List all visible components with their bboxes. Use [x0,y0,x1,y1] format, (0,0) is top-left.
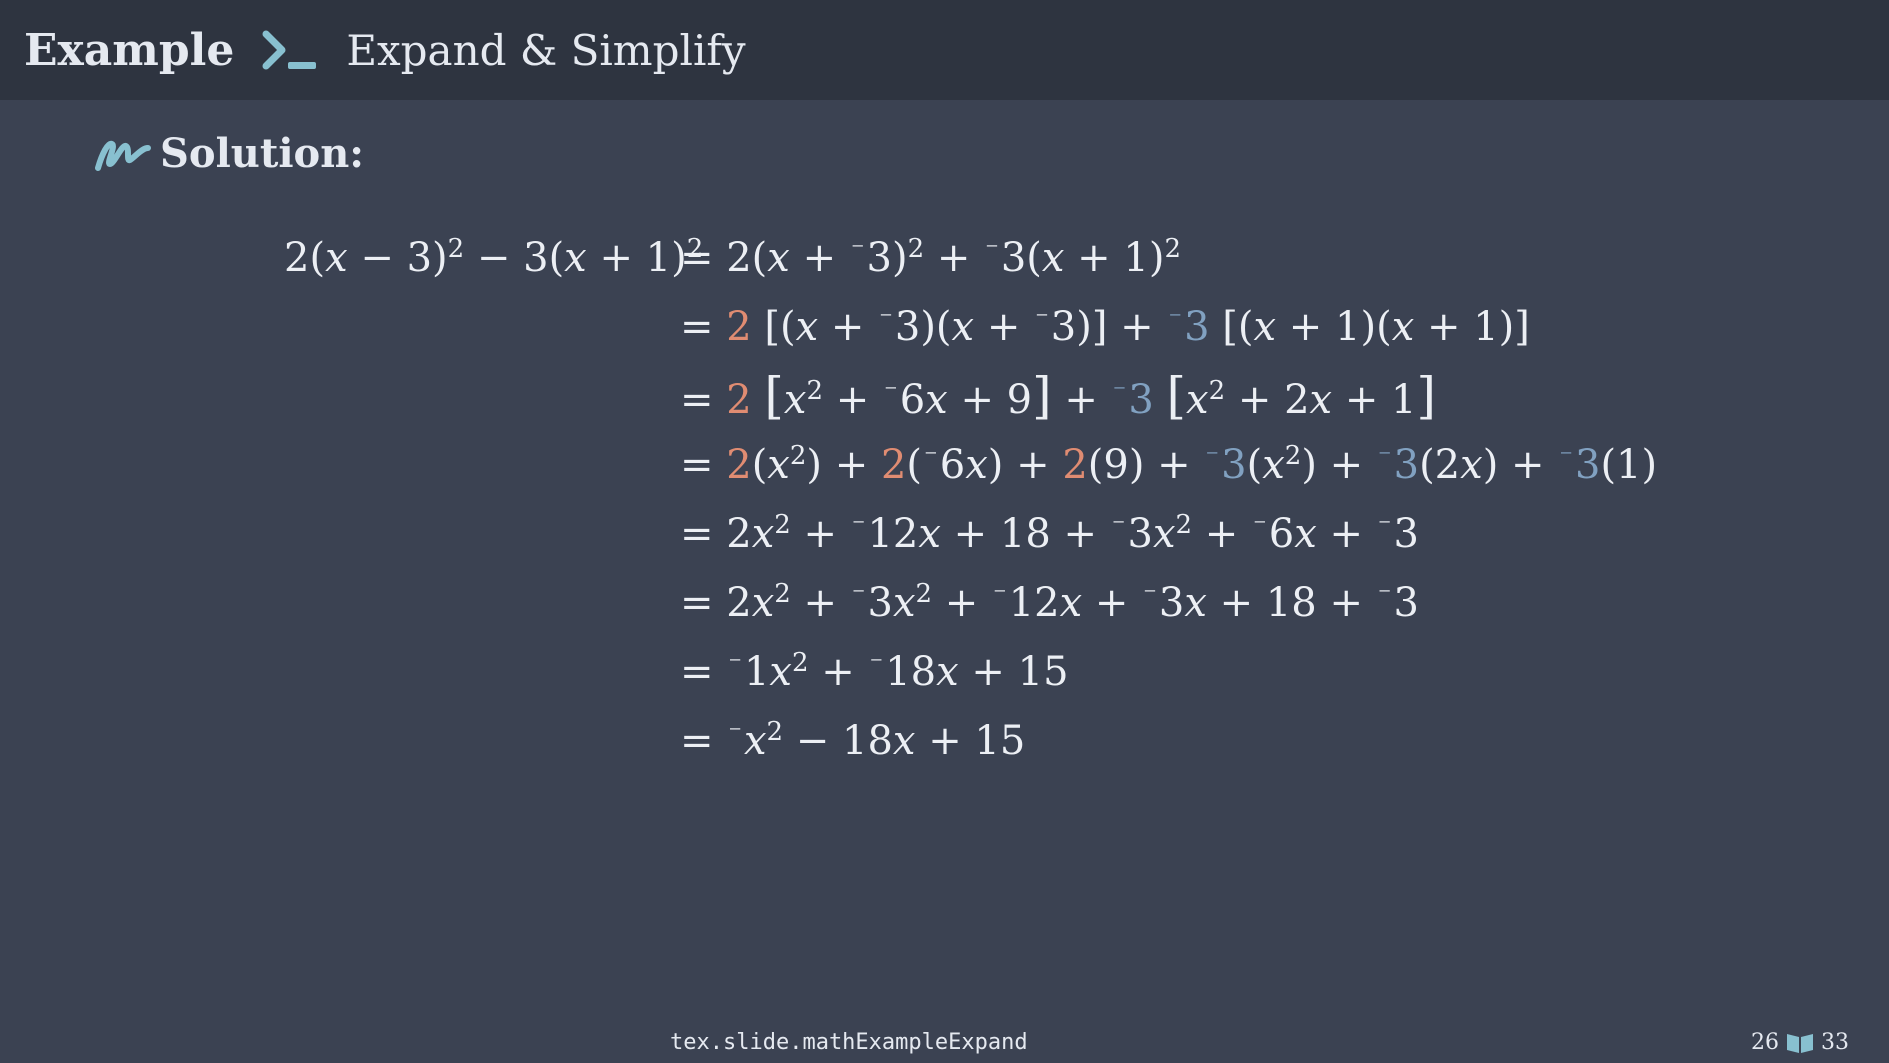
page-indicator: 26 33 [1751,1030,1849,1055]
equation-row: = ⁻1x2 + ⁻18x + 15 [680,648,1069,695]
solution-label: Solution: [160,130,365,177]
page-total: 33 [1821,1030,1849,1055]
equation-row: = 2 [(x + ⁻3)(x + ⁻3)] + ⁻3 [(x + 1)(x +… [680,304,1530,350]
solution-heading: Solution: [92,130,364,177]
equation-row: = ⁻x2 − 18x + 15 [680,717,1026,764]
squiggle-icon [95,140,151,171]
equation-row: = 2x2 + ⁻12x + 18 + ⁻3x2 + ⁻6x + ⁻3 [680,510,1419,557]
book-icon [1787,1033,1813,1053]
footer-source: tex.slide.mathExampleExpand [670,1030,1028,1055]
page-current: 26 [1751,1030,1779,1055]
equation-row: = 2 [x2 + ⁻6x + 9] + ⁻3 [x2 + 2x + 1] [680,367,1437,425]
equation-row: = 2(x + ⁻3)2 + ⁻3(x + 1)2 [680,234,1182,281]
slide-subtitle: Expand & Simplify [346,25,746,75]
equation-row: = 2x2 + ⁻3x2 + ⁻12x + ⁻3x + 18 + ⁻3 [680,579,1419,626]
equation-row: = 2(x2) + 2(⁻6x) + 2(9) + ⁻3(x2) + ⁻3(2x… [680,441,1658,488]
terminal-prompt-icon [262,30,317,70]
slide-header: Example Expand & Simplify [0,0,1889,100]
equation-lhs: 2(x − 3)2 − 3(x + 1)2 [284,234,704,281]
slide-title: Example [24,24,235,76]
